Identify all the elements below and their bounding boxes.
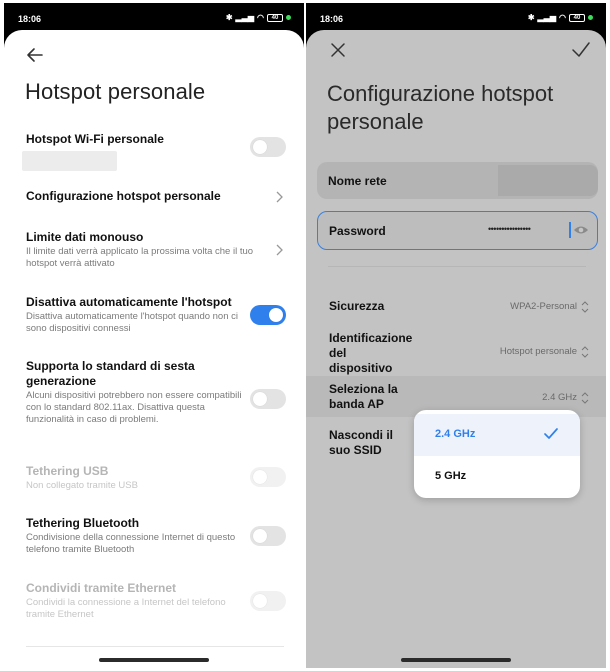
wifi-icon: ◠ [559, 13, 566, 22]
signal-icon: ▂▃▅ [235, 13, 255, 22]
row-label: Nascondi il suo SSID [329, 428, 394, 457]
eye-icon[interactable] [573, 224, 589, 236]
check-icon [544, 428, 558, 439]
row-device-id[interactable]: Identificazione del dispositivo Hotspot … [329, 331, 589, 379]
status-time: 18:06 [320, 14, 344, 24]
back-arrow-icon[interactable] [24, 44, 46, 66]
home-indicator [401, 658, 511, 662]
wifi6-toggle[interactable] [250, 389, 286, 409]
row-label: Seleziona la banda AP [329, 382, 398, 411]
row-description: Condivisione della connessione Internet … [26, 532, 236, 555]
bluetooth-icon: ✱ [225, 13, 233, 22]
status-time: 18:06 [18, 14, 42, 24]
row-description: Alcuni dispositivi potrebbero non essere… [26, 390, 242, 425]
divider [328, 266, 586, 267]
row-description: Condividi la connessione a Internet del … [26, 597, 226, 620]
row-description: Disattiva automaticamente l'hotspot quan… [26, 311, 238, 334]
row-title: Disattiva automaticamente l'hotspot [26, 295, 232, 309]
row-auto-off[interactable]: Disattiva automaticamente l'hotspot Disa… [26, 295, 242, 335]
ethernet-toggle [250, 591, 286, 611]
row-title: Condividi tramite Ethernet [26, 581, 177, 595]
option-label: 2.4 GHz [435, 428, 476, 440]
divider [26, 646, 284, 647]
close-icon[interactable] [328, 40, 348, 60]
settings-screen: Hotspot personale Hotspot Wi-Fi personal… [4, 30, 304, 668]
row-title: Configurazione hotspot personale [26, 189, 221, 203]
config-screen: Configurazione hotspot personale Nome re… [306, 30, 606, 668]
usb-tethering-toggle [250, 467, 286, 487]
right-phone: 18:06 ✱ ▂▃▅ ◠ 40 Configurazione hotspot … [306, 3, 606, 668]
network-name-field[interactable]: Nome rete [317, 162, 598, 199]
row-value: 2.4 GHz [542, 392, 577, 403]
text-caret [569, 222, 571, 238]
wifi-icon: ◠ [257, 13, 264, 22]
page-title: Hotspot personale [25, 79, 206, 104]
row-description: Non collegato tramite USB [26, 480, 138, 491]
blurred-network-name [22, 151, 117, 171]
row-ethernet: Condividi tramite Ethernet Condividi la … [26, 581, 242, 621]
chevron-right-icon [276, 191, 283, 203]
band-option-5ghz[interactable]: 5 GHz [414, 456, 580, 498]
left-phone: 18:06 ✱ ▂▃▅ ◠ 40 Hotspot personale Hotsp… [4, 3, 304, 668]
wifi-hotspot-toggle[interactable] [250, 137, 286, 157]
row-wifi6[interactable]: Supporta lo standard di sesta generazion… [26, 359, 242, 426]
auto-off-toggle[interactable] [250, 305, 286, 325]
blurred-network-name [498, 165, 598, 196]
screenshot-composite: 18:06 ✱ ▂▃▅ ◠ 40 Hotspot personale Hotsp… [0, 0, 610, 671]
page-title: Configurazione hotspot personale [327, 81, 554, 134]
home-indicator [99, 658, 209, 662]
row-title: Limite dati monouso [26, 230, 144, 244]
status-icons: ✱ ▂▃▅ ◠ 40 [528, 13, 593, 22]
row-title: Hotspot Wi-Fi personale [26, 132, 164, 146]
chevron-right-icon [276, 244, 283, 256]
row-config-hotspot[interactable]: Configurazione hotspot personale [26, 189, 284, 204]
row-value: WPA2-Personal [510, 301, 577, 312]
row-title: Supporta lo standard di sesta generazion… [26, 359, 195, 388]
status-bar: 18:06 ✱ ▂▃▅ ◠ 40 [306, 3, 606, 31]
row-usb-tethering: Tethering USB Non collegato tramite USB [26, 464, 242, 492]
row-title: Tethering Bluetooth [26, 516, 140, 530]
field-label: Password [329, 224, 386, 238]
row-label: Identificazione del dispositivo [329, 331, 413, 375]
row-value: Hotspot personale [499, 346, 577, 357]
up-down-icon [581, 346, 589, 358]
band-option-2-4ghz[interactable]: 2.4 GHz [414, 414, 580, 456]
confirm-check-icon[interactable] [570, 40, 592, 60]
row-security[interactable]: Sicurezza WPA2-Personal [329, 299, 589, 317]
row-title: Tethering USB [26, 464, 109, 478]
battery-icon: 40 [267, 13, 283, 22]
row-description: Il limite dati verrà applicato la prossi… [26, 246, 254, 269]
option-label: 5 GHz [435, 470, 467, 482]
hotspot-active-dot [286, 15, 291, 20]
bt-tethering-toggle[interactable] [250, 526, 286, 546]
status-icons: ✱ ▂▃▅ ◠ 40 [226, 13, 291, 22]
signal-icon: ▂▃▅ [537, 13, 557, 22]
password-field[interactable]: Password •••••••••••••••• [317, 211, 598, 250]
row-wifi-hotspot[interactable]: Hotspot Wi-Fi personale [26, 132, 284, 147]
status-bar: 18:06 ✱ ▂▃▅ ◠ 40 [4, 3, 304, 31]
up-down-icon [581, 392, 589, 404]
bluetooth-icon: ✱ [527, 13, 535, 22]
field-label: Nome rete [328, 174, 387, 188]
hotspot-active-dot [588, 15, 593, 20]
row-bt-tethering[interactable]: Tethering Bluetooth Condivisione della c… [26, 516, 242, 556]
band-select-popup: 2.4 GHz 5 GHz [414, 410, 580, 498]
up-down-icon [581, 301, 589, 313]
row-data-limit[interactable]: Limite dati monouso Il limite dati verrà… [26, 230, 256, 270]
battery-icon: 40 [569, 13, 585, 22]
password-value: •••••••••••••••• [488, 224, 531, 234]
